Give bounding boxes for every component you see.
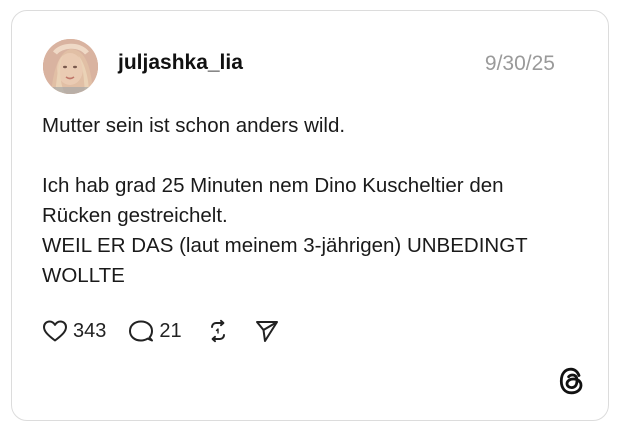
send-icon xyxy=(254,319,280,343)
comment-icon xyxy=(128,319,154,343)
post-card: juljashka_lia 9/30/25 Mutter sein ist sc… xyxy=(11,10,609,421)
reply-count: 21 xyxy=(159,319,182,342)
post-timestamp: 9/30/25 xyxy=(484,52,555,75)
like-count: 343 xyxy=(73,319,107,342)
threads-logo-icon xyxy=(558,366,586,396)
repost-button[interactable] xyxy=(206,319,230,343)
post-line: WOLLTE xyxy=(42,264,125,287)
heart-icon xyxy=(42,319,68,343)
post-text: Mutter sein ist schon anders wild. Ich h… xyxy=(42,111,587,291)
reply-button[interactable]: 21 xyxy=(128,319,182,343)
post-line: Mutter sein ist schon anders wild. xyxy=(42,114,346,137)
avatar[interactable] xyxy=(43,39,98,94)
like-button[interactable]: 343 xyxy=(42,319,106,343)
post-line: WEIL ER DAS (laut meinem 3-jährigen) UNB… xyxy=(42,234,528,257)
repost-icon xyxy=(206,319,230,343)
post-line: Ich hab grad 25 Minuten nem Dino Kuschel… xyxy=(42,174,504,197)
post-actions: 343 21 xyxy=(42,313,280,349)
username[interactable]: juljashka_lia xyxy=(118,51,243,75)
share-button[interactable] xyxy=(254,319,280,343)
post-line: Rücken gestreichelt. xyxy=(42,204,228,227)
avatar-image xyxy=(43,39,98,94)
